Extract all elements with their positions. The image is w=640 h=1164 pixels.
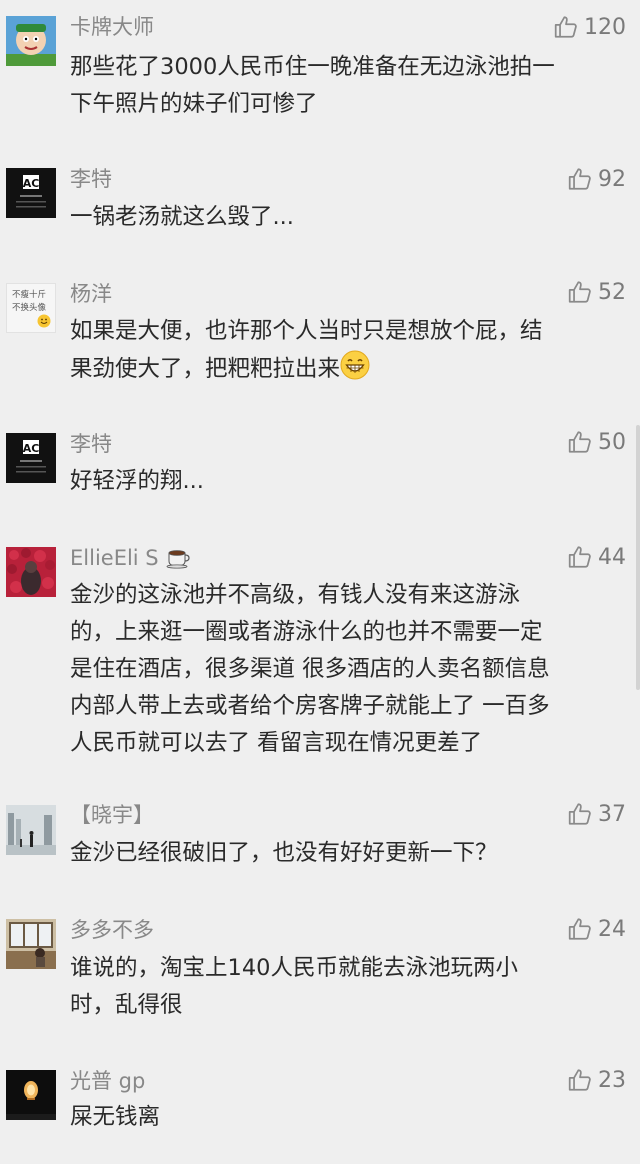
comment-text: 金沙的这泳池并不高级，有钱人没有来这游泳 的，上来逛一圈或者游泳什么的也并不需要… (70, 577, 630, 762)
avatar[interactable] (6, 919, 56, 969)
comment-line: 谁说的，淘宝上140人民币就能去泳池玩两小 (70, 955, 518, 981)
scrollbar[interactable] (636, 425, 640, 690)
comment-author[interactable]: 【晓宇】 (70, 801, 154, 829)
like-count: 120 (584, 14, 626, 40)
like-count: 50 (598, 429, 626, 455)
comment-author[interactable]: 李特 (70, 430, 112, 458)
comment-line-text: 果劲使大了，把粑粑拉出来 (70, 356, 341, 382)
comment-author[interactable]: 光普 gp (70, 1067, 145, 1095)
comment-line: 好轻浮的翔... (70, 468, 204, 494)
thumbs-up-icon (567, 166, 593, 192)
coffee-cup-emoji-icon (165, 545, 191, 576)
comment-line: 果劲使大了，把粑粑拉出来 (70, 350, 630, 392)
like-count: 23 (598, 1067, 626, 1093)
thumbs-up-icon (567, 801, 593, 827)
thumbs-up-icon (567, 1067, 593, 1093)
avatar[interactable] (6, 16, 56, 66)
comment-line: 下午照片的妹子们可惨了 (70, 91, 318, 117)
avatar[interactable]: AC (6, 168, 56, 218)
like-count: 24 (598, 916, 626, 942)
comment-line: 如果是大便，也许那个人当时只是想放个屁，结 (70, 318, 543, 344)
thumbs-up-icon (567, 544, 593, 570)
comment-line: 那些花了3000人民币住一晚准备在无边泳池拍一 (70, 54, 555, 80)
comment-text: 谁说的，淘宝上140人民币就能去泳池玩两小 时，乱得很 (70, 950, 630, 1024)
like-button[interactable]: 92 (567, 163, 626, 195)
comment-line: 金沙的这泳池并不高级，有钱人没有来这游泳 (70, 582, 521, 608)
comment-line: 时，乱得很 (70, 992, 183, 1018)
like-button[interactable]: 50 (567, 426, 626, 458)
like-count: 92 (598, 166, 626, 192)
comment-text: 如果是大便，也许那个人当时只是想放个屁，结 果劲使大了，把粑粑拉出来 (70, 313, 630, 392)
like-count: 52 (598, 279, 626, 305)
comment-text: 屎无钱离 (70, 1099, 630, 1136)
comment-text: 金沙已经很破旧了，也没有好好更新一下？ (70, 835, 630, 872)
comment-line: 内部人带上去或者给个房客牌子就能上了 一百多 (70, 693, 550, 719)
avatar[interactable]: 不瘦十斤 不换头像 (6, 283, 56, 333)
comment-author-text: EllieEli S (70, 546, 159, 570)
comment-author[interactable]: 李特 (70, 165, 112, 193)
like-button[interactable]: 24 (567, 913, 626, 945)
comment-line: 的，上来逛一圈或者游泳什么的也并不需要一定 (70, 619, 543, 645)
comment-line: 人民币就可以去了 看留言现在情况更差了 (70, 730, 483, 756)
avatar-caption: 不瘦十斤 (12, 290, 47, 300)
comment-line: 金沙已经很破旧了，也没有好好更新一下？ (70, 840, 498, 866)
comment-line: 一锅老汤就这么毁了... (70, 204, 294, 230)
comment-author[interactable]: 杨洋 (70, 280, 112, 308)
thumbs-up-icon (567, 279, 593, 305)
comment-text: 好轻浮的翔... (70, 463, 630, 500)
comment-line: 是住在酒店，很多渠道 很多酒店的人卖名额信息 (70, 656, 550, 682)
avatar[interactable] (6, 1070, 56, 1120)
avatar[interactable] (6, 805, 56, 855)
comment-text: 一锅老汤就这么毁了... (70, 199, 630, 236)
like-button[interactable]: 23 (567, 1064, 626, 1096)
grinning-emoji-icon (340, 350, 370, 392)
comment-author[interactable]: 卡牌大师 (70, 13, 154, 41)
comment-text: 那些花了3000人民币住一晚准备在无边泳池拍一 下午照片的妹子们可惨了 (70, 49, 630, 123)
svg-text:AC: AC (23, 442, 40, 455)
like-count: 37 (598, 801, 626, 827)
like-button[interactable]: 37 (567, 798, 626, 830)
like-button[interactable]: 120 (553, 11, 626, 43)
like-button[interactable]: 52 (567, 276, 626, 308)
comment-line: 屎无钱离 (70, 1104, 161, 1130)
comment-author[interactable]: 多多不多 (70, 916, 154, 944)
comment-author[interactable]: EllieEli S (70, 544, 191, 576)
like-count: 44 (598, 544, 626, 570)
svg-text:AC: AC (23, 177, 40, 190)
thumbs-up-icon (567, 916, 593, 942)
avatar[interactable] (6, 547, 56, 597)
thumbs-up-icon (553, 14, 579, 40)
avatar[interactable]: AC (6, 433, 56, 483)
thumbs-up-icon (567, 429, 593, 455)
like-button[interactable]: 44 (567, 541, 626, 573)
